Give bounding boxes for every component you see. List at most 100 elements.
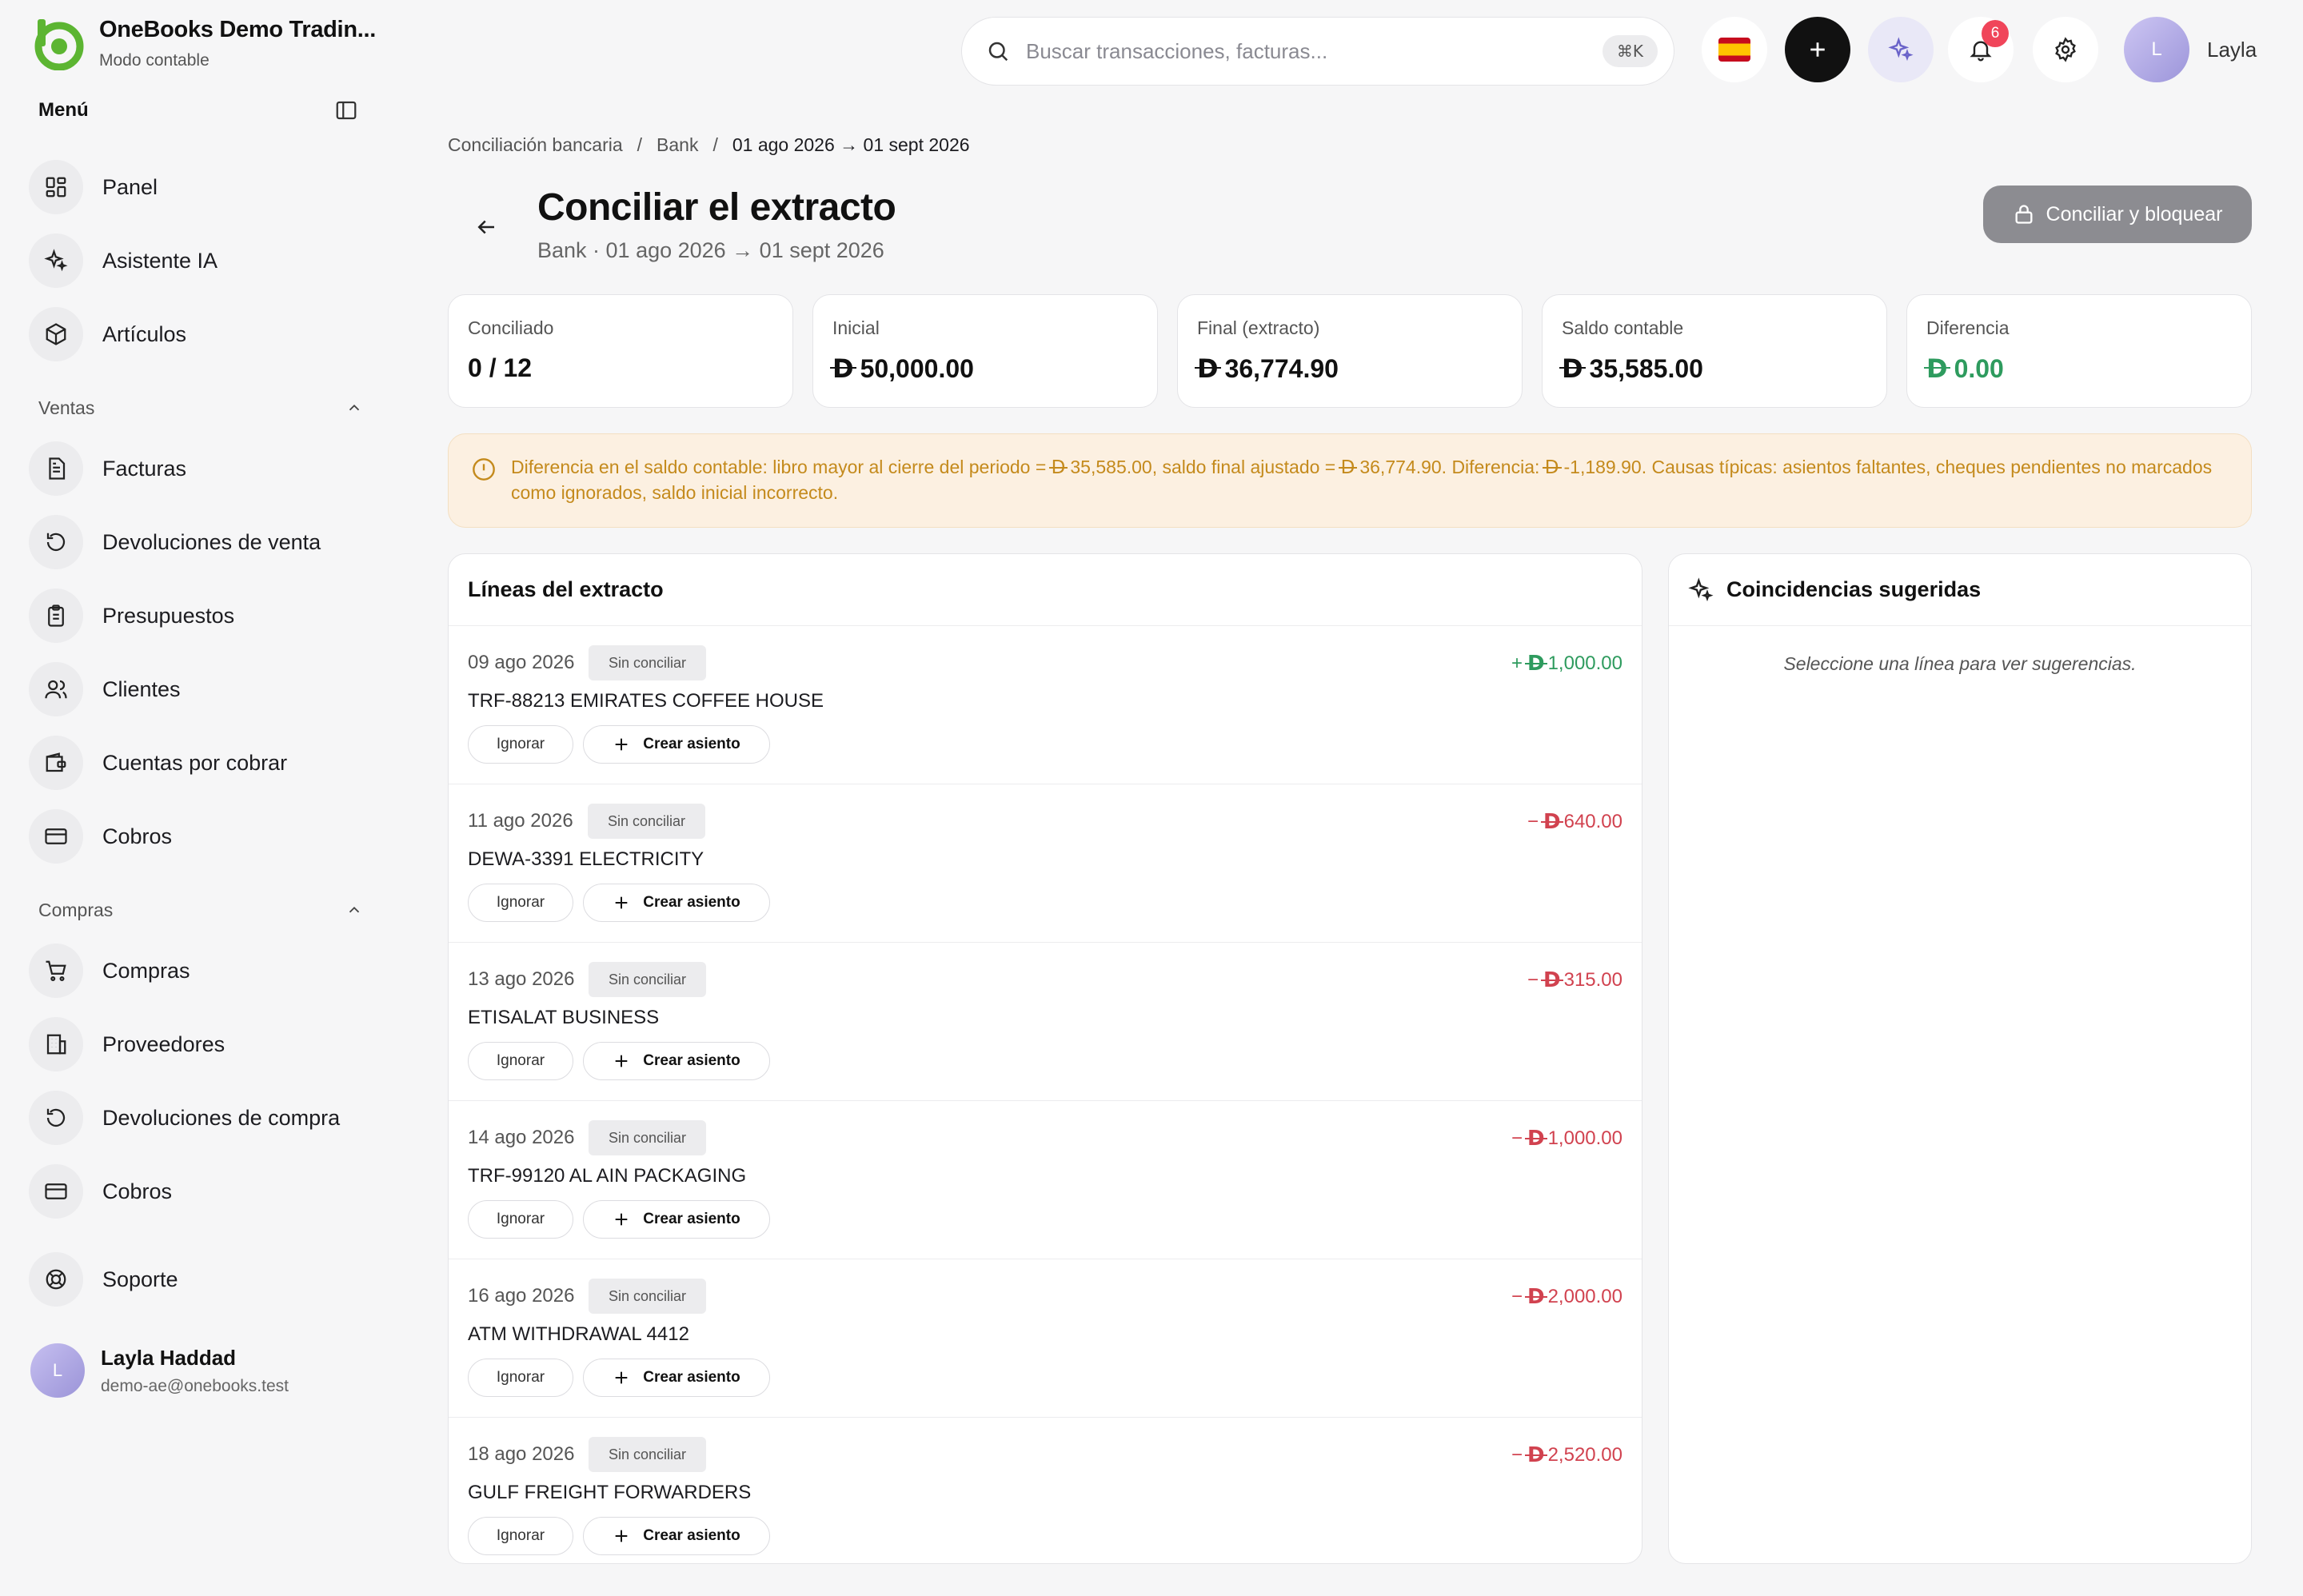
create-entry-button[interactable]: Crear asiento (583, 1042, 770, 1080)
reconcile-and-lock-button[interactable]: Conciliar y bloquear (1983, 186, 2252, 243)
statement-line-row[interactable]: 16 ago 2026 Sin conciliar ATM WITHDRAWAL 4… (449, 1259, 1642, 1418)
sidebar-item-invoices[interactable]: Facturas (29, 440, 365, 497)
sidebar-item-label: Cobros (102, 1179, 173, 1203)
create-entry-button[interactable]: Crear asiento (583, 1359, 770, 1397)
stat-label: Saldo contable (1562, 317, 1684, 338)
dirham-symbol: D (1525, 652, 1547, 676)
sidebar-item-suppliers[interactable]: Proveedores (29, 1015, 365, 1073)
users-icon (29, 662, 83, 716)
sidebar-item-receivables[interactable]: Cuentas por cobrar (29, 734, 365, 792)
suggestions-title: Coincidencias sugeridas (1726, 577, 1982, 601)
status-badge: Sin conciliar (589, 645, 707, 680)
sidebar-item-payments[interactable]: Cobros (29, 1163, 365, 1220)
create-entry-button[interactable]: Crear asiento (583, 884, 770, 922)
ignore-button[interactable]: Ignorar (468, 725, 573, 764)
search-icon (988, 42, 1008, 62)
sidebar-item-clients[interactable]: Clientes (29, 660, 365, 718)
sidebar-item-articles[interactable]: Artículos (29, 305, 365, 363)
page-title: Conciliar el extracto (537, 186, 896, 229)
sidebar-item-label: Cuentas por cobrar (102, 750, 288, 775)
settings-button[interactable] (2033, 17, 2098, 82)
global-search[interactable]: Buscar transacciones, facturas... ⌘K (961, 17, 1674, 86)
create-entry-label: Crear asiento (643, 1527, 740, 1544)
plus-icon (615, 1371, 628, 1384)
dirham-symbol: D (1541, 810, 1563, 834)
line-amount: − D 315.00 (1527, 968, 1622, 992)
quick-add-button[interactable] (1785, 17, 1850, 82)
balance-warning-alert: Diferencia en el saldo contable: libro m… (448, 433, 2252, 528)
sidebar-item-support[interactable]: Soporte (29, 1251, 365, 1308)
ignore-button[interactable]: Ignorar (468, 884, 573, 922)
section-label: Compras (38, 899, 114, 920)
stat-opening: Inicial D 50,000.00 (812, 294, 1158, 408)
breadcrumb-bank-reconciliation[interactable]: Conciliación bancaria (448, 134, 623, 156)
sparkles-icon (29, 233, 83, 288)
brand[interactable]: OneBooks Demo Tradin... Modo contable (30, 16, 376, 70)
breadcrumb-bank[interactable]: Bank (657, 134, 698, 156)
building-icon (29, 1017, 83, 1071)
ai-assistant-button[interactable] (1868, 17, 1934, 82)
create-entry-label: Crear asiento (643, 736, 740, 752)
ignore-button[interactable]: Ignorar (468, 1200, 573, 1239)
sidebar-item-sales-returns[interactable]: Devoluciones de venta (29, 513, 365, 571)
avatar: L (30, 1343, 85, 1398)
line-date: 16 ago 2026 (468, 1285, 575, 1307)
line-date: 11 ago 2026 (468, 810, 573, 832)
sidebar-item-label: Asistente IA (102, 248, 218, 273)
create-entry-label: Crear asiento (643, 1211, 740, 1227)
warning-circle-icon (473, 458, 495, 481)
sidebar-item-purchases[interactable]: Compras (29, 942, 365, 999)
create-entry-button[interactable]: Crear asiento (583, 725, 770, 764)
stat-value-text: 35,585.00 (1589, 353, 1703, 383)
dirham-symbol: D (1559, 353, 1586, 384)
sidebar-item-quotes[interactable]: Presupuestos (29, 587, 365, 644)
plus-icon (615, 1055, 628, 1067)
plus-icon (615, 1530, 628, 1542)
undo-icon (29, 1091, 83, 1145)
statement-line-row[interactable]: 14 ago 2026 Sin conciliar TRF-99120 AL AIN… (449, 1101, 1642, 1259)
sidebar-toggle-button[interactable] (333, 97, 360, 124)
sidebar-user-card[interactable]: L Layla Haddad demo-ae@onebooks.test (30, 1343, 289, 1398)
section-ventas-toggle[interactable]: Ventas (38, 392, 363, 424)
statement-lines-list: 09 ago 2026 Sin conciliar TRF-88213 EMIRAT… (449, 626, 1642, 1563)
sidebar-panel-icon (336, 101, 357, 120)
status-badge: Sin conciliar (589, 1120, 707, 1155)
notifications-button[interactable]: 6 (1948, 17, 2014, 82)
amount-sign: − (1527, 811, 1539, 832)
create-entry-button[interactable]: Crear asiento (583, 1517, 770, 1555)
ignore-button[interactable]: Ignorar (468, 1042, 573, 1080)
statement-line-row[interactable]: 13 ago 2026 Sin conciliar ETISALAT BUSINES… (449, 943, 1642, 1101)
back-button[interactable] (469, 209, 504, 245)
ignore-button[interactable]: Ignorar (468, 1517, 573, 1555)
stat-difference: Diferencia D 0.00 (1906, 294, 2252, 408)
chevron-up-icon (349, 906, 360, 913)
user-menu-button[interactable]: L Layla (2124, 17, 2257, 82)
sidebar-item-panel[interactable]: Panel (29, 158, 365, 216)
create-entry-button[interactable]: Crear asiento (583, 1200, 770, 1239)
sidebar-item-purchase-returns[interactable]: Devoluciones de compra (29, 1089, 365, 1147)
line-amount: − D 2,520.00 (1511, 1443, 1622, 1467)
spain-flag-icon (1718, 38, 1750, 62)
breadcrumb-separator: / (712, 134, 718, 155)
ignore-button[interactable]: Ignorar (468, 1359, 573, 1397)
sidebar-item-ai-assistant[interactable]: Asistente IA (29, 232, 365, 289)
company-name: OneBooks Demo Tradin... (99, 16, 376, 42)
sparkles-icon (1888, 37, 1914, 62)
box-icon (29, 307, 83, 361)
status-badge: Sin conciliar (589, 962, 707, 997)
dashboard-icon (29, 160, 83, 214)
suggestions-card: Coincidencias sugeridas Seleccione una l… (1668, 553, 2252, 1564)
statement-line-row[interactable]: 09 ago 2026 Sin conciliar TRF-88213 EMIRAT… (449, 626, 1642, 784)
statement-line-row[interactable]: 11 ago 2026 Sin conciliar DEWA-3391 ELECTR… (449, 784, 1642, 943)
company-mode: Modo contable (99, 50, 210, 70)
language-button[interactable] (1702, 17, 1767, 82)
statement-line-row[interactable]: 18 ago 2026 Sin conciliar GULF FREIGHT FOR… (449, 1418, 1642, 1563)
stat-value-text: 0 / 12 (468, 353, 533, 382)
search-input[interactable]: Buscar transacciones, facturas... (1026, 39, 1603, 64)
stat-value-text: 36,774.90 (1224, 353, 1339, 383)
stat-value: D 35,585.00 (1559, 353, 1867, 384)
dirham-symbol: D (1542, 456, 1562, 481)
sidebar-item-collections[interactable]: Cobros (29, 808, 365, 865)
reconcile-and-lock-label: Conciliar y bloquear (2046, 202, 2223, 225)
section-compras-toggle[interactable]: Compras (38, 894, 363, 926)
